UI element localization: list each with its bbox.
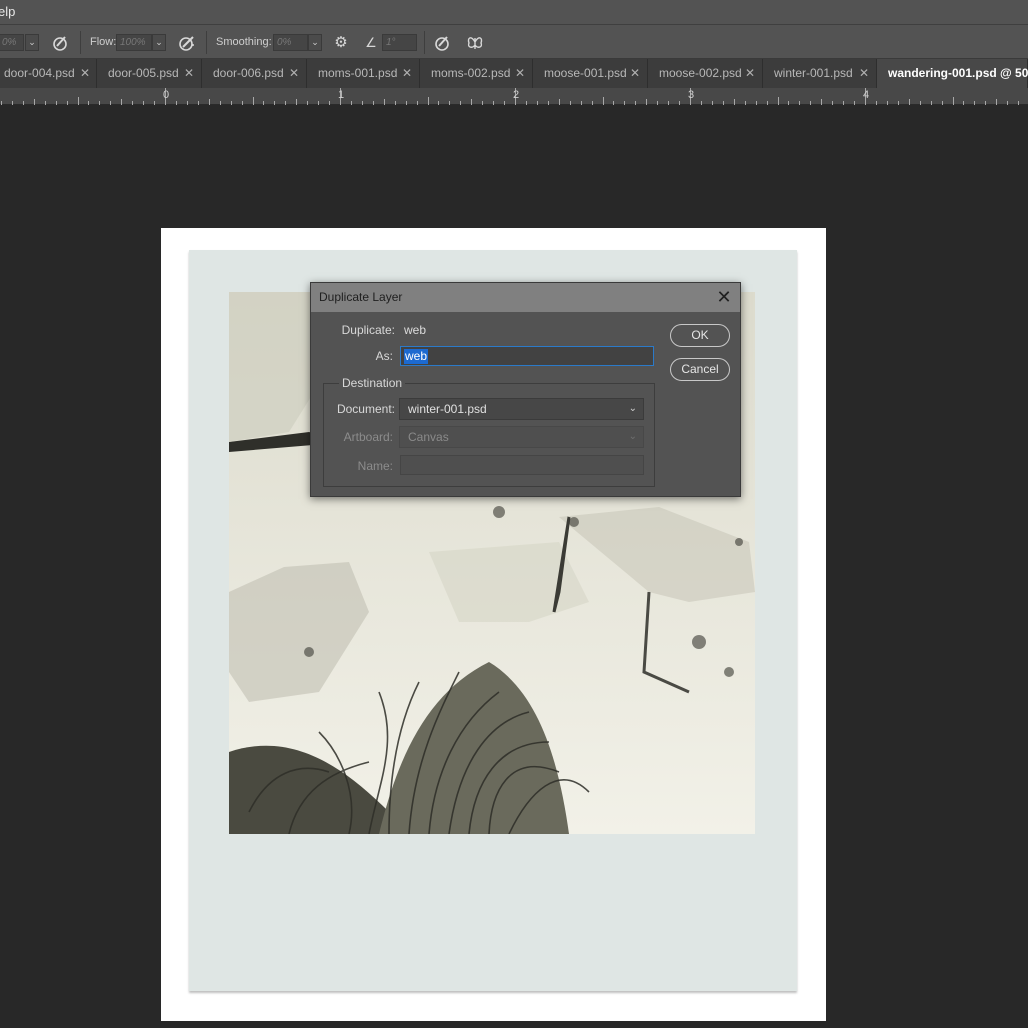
angle-field[interactable]: 1°	[382, 34, 417, 51]
ruler-label: 0	[163, 89, 170, 101]
dialog-title: Duplicate Layer	[311, 283, 740, 312]
tab-door-004[interactable]: door-004.psd ✕	[0, 59, 97, 88]
tab-label: moose-001.psd	[544, 66, 627, 80]
artboard-select-value: Canvas	[408, 430, 449, 444]
pressure-opacity-icon[interactable]	[50, 33, 70, 53]
opacity-field[interactable]: 0%	[0, 34, 24, 51]
ruler-label: 1	[338, 89, 345, 101]
tab-door-005[interactable]: door-005.psd ✕	[97, 59, 202, 88]
close-icon[interactable]: ✕	[80, 59, 90, 88]
name-label: Name:	[357, 459, 393, 473]
artboard-label: Artboard:	[343, 430, 393, 444]
options-bar: 0% ⌄ Flow: 100% ⌄ Smoothing: 0% ⌄ ⚙ ∠ 1°	[0, 24, 1028, 59]
tab-winter-001[interactable]: winter-001.psd ✕	[763, 59, 877, 88]
name-input	[400, 455, 644, 475]
tab-moose-002[interactable]: moose-002.psd ✕	[648, 59, 763, 88]
tab-label: door-006.psd	[213, 66, 284, 80]
flow-label: Flow:	[90, 36, 117, 48]
horizontal-ruler: 0 1 2 3 4	[0, 88, 1028, 105]
cancel-button[interactable]: Cancel	[670, 358, 730, 381]
tab-moms-001[interactable]: moms-001.psd ✕	[307, 59, 420, 88]
artboard-select: Canvas ⌄	[399, 426, 644, 448]
tab-label: moose-002.psd	[659, 66, 742, 80]
angle-icon: ∠	[365, 35, 377, 50]
tab-door-006[interactable]: door-006.psd ✕	[202, 59, 307, 88]
close-icon[interactable]: ✕	[184, 59, 194, 88]
gear-icon[interactable]: ⚙	[331, 33, 351, 53]
chevron-down-icon: ⌄	[628, 431, 637, 442]
close-icon[interactable]: ✕	[402, 59, 412, 88]
duplicate-value: web	[404, 323, 427, 337]
document-select[interactable]: winter-001.psd ⌄	[399, 398, 644, 420]
duplicate-label: Duplicate:	[341, 323, 395, 337]
close-icon[interactable]: ✕	[515, 59, 525, 88]
close-icon[interactable]: ✕	[714, 287, 734, 307]
close-icon[interactable]: ✕	[859, 59, 869, 88]
ruler-label: 3	[688, 89, 695, 101]
close-icon[interactable]: ✕	[745, 59, 755, 88]
duplicate-layer-dialog: Duplicate Layer ✕ Duplicate: web As: web…	[310, 282, 741, 497]
pressure-size-icon[interactable]	[432, 33, 452, 53]
tab-label: winter-001.psd	[774, 66, 853, 80]
tab-moose-001[interactable]: moose-001.psd ✕	[533, 59, 648, 88]
menu-help[interactable]: elp	[0, 0, 15, 24]
close-icon[interactable]: ✕	[630, 59, 640, 88]
menu-bar: elp	[0, 0, 1028, 24]
smoothing-label: Smoothing:	[216, 36, 272, 48]
tab-moms-002[interactable]: moms-002.psd ✕	[420, 59, 533, 88]
close-icon[interactable]: ✕	[289, 59, 299, 88]
tab-wandering-001[interactable]: wandering-001.psd @ 50%	[877, 59, 1028, 88]
as-label: As:	[375, 349, 393, 363]
tab-label: wandering-001.psd @ 50%	[888, 66, 1028, 80]
destination-title: Destination	[339, 376, 406, 390]
tab-label: door-004.psd	[4, 66, 75, 80]
tab-label: moms-001.psd	[318, 66, 398, 80]
as-name-value: web	[404, 349, 429, 364]
tab-label: moms-002.psd	[431, 66, 511, 80]
flow-field[interactable]: 100%	[116, 34, 152, 51]
ruler-label: 2	[513, 89, 520, 101]
flow-dropdown[interactable]: ⌄	[152, 34, 166, 51]
chevron-down-icon: ⌄	[628, 403, 637, 414]
symmetry-butterfly-icon[interactable]	[465, 33, 485, 53]
opacity-dropdown[interactable]: ⌄	[25, 34, 39, 51]
document-tabs: door-004.psd ✕ door-005.psd ✕ door-006.psd…	[0, 59, 1028, 88]
document-label: Document:	[336, 402, 395, 416]
airbrush-icon[interactable]	[177, 33, 197, 53]
document-select-value: winter-001.psd	[408, 402, 487, 416]
smoothing-field[interactable]: 0%	[273, 34, 308, 51]
tab-label: door-005.psd	[108, 66, 179, 80]
smoothing-dropdown[interactable]: ⌄	[308, 34, 322, 51]
ok-button[interactable]: OK	[670, 324, 730, 347]
ruler-label: 4	[863, 89, 870, 101]
as-name-input[interactable]: web	[400, 346, 654, 366]
